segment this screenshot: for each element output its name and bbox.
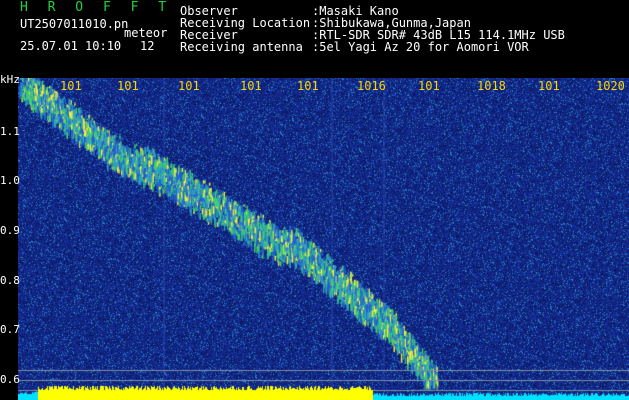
x-tick-label: 101: [178, 79, 200, 93]
antenna-label: Receiving antenna: [180, 40, 303, 54]
y-tick-label: 0.7: [0, 323, 20, 336]
y-tick-label: 1.0: [0, 174, 20, 187]
y-axis-unit: kHz: [0, 73, 20, 86]
x-tick-label: 101: [240, 79, 262, 93]
info-header: H R O F F T UT2507011010.pn meteor 25.07…: [0, 0, 629, 78]
app-title: H R O F F T: [20, 0, 173, 15]
x-tick-label: 1018: [477, 79, 506, 93]
filename-label: UT2507011010.pn: [20, 17, 129, 31]
mode-label: meteor: [124, 26, 168, 40]
x-tick-label: 101: [60, 79, 82, 93]
x-tick-label: 101: [297, 79, 319, 93]
y-tick-label: 0.6: [0, 373, 20, 386]
x-tick-label: 1016: [357, 79, 386, 93]
x-tick-label: 1020: [596, 79, 625, 93]
y-tick-label: 1.1: [0, 125, 20, 138]
waterfall-canvas[interactable]: [18, 78, 629, 400]
x-tick-label: 101: [418, 79, 440, 93]
x-tick-label: 101: [117, 79, 139, 93]
datetime-label: 25.07.01 10:10: [20, 39, 122, 53]
antenna-value: :5el Yagi Az 20 for Aomori VOR: [312, 40, 529, 54]
x-tick-label: 101: [538, 79, 560, 93]
waterfall-plot[interactable]: [18, 78, 629, 400]
count-label: 12: [140, 39, 155, 53]
y-tick-label: 0.9: [0, 224, 20, 237]
y-tick-label: 0.8: [0, 274, 20, 287]
